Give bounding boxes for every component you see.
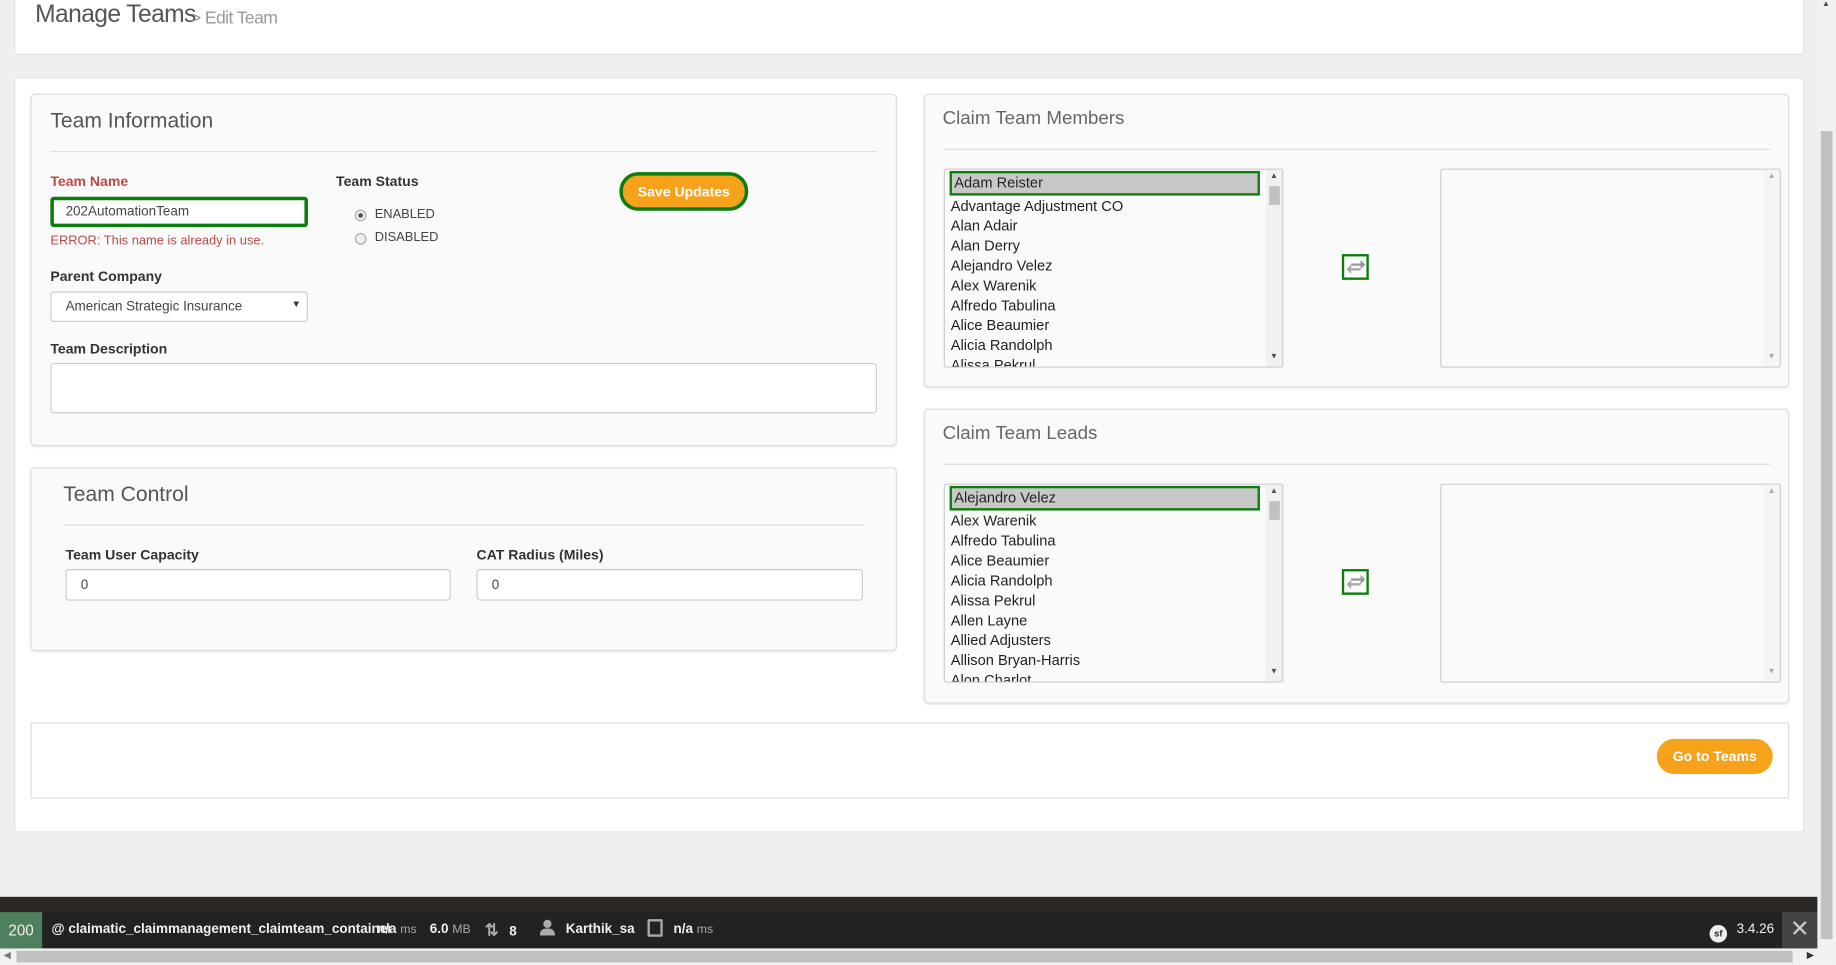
available-members-listbox[interactable]: Adam Reister Advantage Adjustment CO Alan …	[943, 168, 1284, 368]
memory-value: 6.0	[429, 922, 449, 937]
list-item[interactable]: Advantage Adjustment CO	[945, 197, 1282, 217]
team-name-error: ERROR: This name is already in use.	[50, 234, 265, 249]
selected-leads-listbox[interactable]: ▲ ▼	[1440, 483, 1781, 683]
divider	[942, 463, 1771, 465]
version-value: 3.4.26	[1736, 922, 1775, 937]
list-item[interactable]: Allison Bryan-Harris	[945, 651, 1282, 671]
scroll-up-icon[interactable]: ▲	[1822, 0, 1830, 8]
save-updates-button[interactable]: Save Updates	[619, 172, 749, 211]
chevron-down-icon: ▼	[291, 298, 301, 310]
scrollbar[interactable]: ▲ ▼	[1265, 484, 1283, 682]
scroll-right-icon[interactable]: ▶	[1807, 950, 1814, 961]
requests-count[interactable]: ⇅ 8	[485, 912, 517, 948]
symfony-version[interactable]: sf 3.4.26	[1709, 912, 1775, 948]
team-status-label: Team Status	[336, 173, 419, 190]
panel-title: Team Information	[50, 108, 214, 133]
transfer-members-button[interactable]	[1341, 254, 1369, 280]
team-user-capacity-label: Team User Capacity	[65, 546, 199, 564]
scroll-left-icon[interactable]: ◀	[4, 950, 11, 961]
panel-title: Claim Team Members	[942, 108, 1125, 129]
request-time[interactable]: n/a ms	[377, 912, 417, 948]
list-item[interactable]: Allied Adjusters	[945, 631, 1282, 651]
status-enabled-label: ENABLED	[374, 207, 435, 222]
team-control-panel: Team Control Team User Capacity 0 CAT Ra…	[30, 467, 897, 652]
close-toolbar-button[interactable]: ✕	[1782, 912, 1818, 949]
divider	[942, 148, 1771, 150]
selected-members-listbox[interactable]: ▲ ▼	[1440, 168, 1781, 368]
swap-arrows-icon	[1345, 259, 1365, 274]
divider	[63, 524, 866, 526]
team-information-panel: Team Information Team Name 202Automation…	[30, 93, 897, 447]
team-description-label: Team Description	[50, 340, 168, 358]
list-item[interactable]: Alfredo Tabulina	[945, 296, 1282, 316]
time-value: n/a	[377, 922, 397, 937]
team-description-textarea[interactable]	[50, 362, 878, 414]
list-item[interactable]: Alfredo Tabulina	[945, 532, 1282, 552]
list-item[interactable]: Alice Beaumier	[945, 551, 1282, 571]
list-item[interactable]: Alejandro Velez	[945, 256, 1282, 276]
status-disabled-label: DISABLED	[374, 230, 439, 245]
transfer-leads-button[interactable]	[1341, 569, 1369, 595]
db-time[interactable]: n/a ms	[647, 912, 714, 948]
cat-radius-label: CAT Radius (Miles)	[476, 546, 604, 564]
horizontal-scrollbar[interactable]: ◀ ▶	[0, 948, 1836, 965]
list-item[interactable]: Alex Warenik	[945, 276, 1282, 296]
memory-usage[interactable]: 6.0 MB	[430, 912, 471, 948]
list-item[interactable]: Alice Beaumier	[945, 316, 1282, 336]
scrollbar[interactable]: ▲ ▼	[1763, 169, 1780, 367]
db-time-value: n/a	[673, 922, 693, 937]
parent-company-value: American Strategic Insurance	[65, 299, 243, 314]
list-item[interactable]: Alicia Randolph	[945, 571, 1282, 591]
list-item[interactable]: Alissa Pekrul	[945, 591, 1282, 611]
page-header: Manage Teams > Edit Team	[14, 0, 1805, 56]
list-item[interactable]: Alan Adair	[945, 217, 1282, 237]
status-enabled-radio[interactable]	[354, 209, 367, 222]
list-item[interactable]: Alan Derry	[945, 237, 1282, 257]
symfony-logo-icon: sf	[1709, 925, 1728, 943]
database-icon	[647, 919, 663, 937]
available-leads-listbox[interactable]: Alejandro Velez Alex Warenik Alfredo Tabul…	[943, 483, 1284, 683]
list-item[interactable]: Allen Layne	[945, 611, 1282, 631]
scroll-thumb[interactable]	[1820, 131, 1833, 940]
user-icon	[539, 919, 556, 936]
parent-company-label: Parent Company	[50, 268, 163, 285]
page-title: Manage Teams	[35, 1, 196, 29]
route-name[interactable]: @ claimatic_claimmanagement_claimteam_co…	[52, 912, 393, 948]
swap-arrows-icon	[1345, 574, 1365, 589]
parent-company-select[interactable]: American Strategic Insurance ▼	[50, 291, 308, 322]
go-to-teams-button[interactable]: Go to Teams	[1656, 738, 1773, 774]
list-item[interactable]: Alex Warenik	[945, 512, 1282, 532]
divider	[50, 151, 878, 153]
time-unit: ms	[400, 922, 417, 937]
page-scrollbar[interactable]: ▲	[1817, 0, 1836, 949]
list-item[interactable]: Alicia Randolph	[945, 336, 1282, 356]
team-name-label: Team Name	[50, 173, 129, 190]
requests-value: 8	[509, 925, 517, 940]
list-item[interactable]: Alissa Pekrul	[945, 356, 1282, 366]
scroll-thumb[interactable]	[16, 950, 1793, 963]
db-time-unit: ms	[696, 922, 714, 937]
claim-team-leads-panel: Claim Team Leads Alejandro Velez Alex War…	[923, 408, 1790, 704]
status-code[interactable]: 200	[0, 912, 43, 949]
claim-team-members-panel: Claim Team Members Adam Reister Advantage…	[923, 93, 1790, 388]
cat-radius-input[interactable]: 0	[476, 569, 863, 601]
list-item[interactable]: Alon Charlot	[945, 671, 1282, 681]
scrollbar[interactable]: ▲ ▼	[1265, 169, 1283, 367]
footer-panel: Go to Teams	[30, 722, 1790, 799]
panel-title: Claim Team Leads	[942, 423, 1098, 444]
scrollbar[interactable]: ▲ ▼	[1763, 484, 1780, 682]
team-user-capacity-input[interactable]: 0	[65, 569, 451, 601]
list-item[interactable]: Adam Reister	[949, 170, 1260, 196]
status-disabled-radio[interactable]	[354, 233, 367, 245]
user-info[interactable]: Karthik_sa	[539, 912, 635, 948]
list-item[interactable]: Alejandro Velez	[949, 485, 1260, 511]
memory-unit: MB	[452, 922, 471, 937]
user-name: Karthik_sa	[565, 922, 635, 937]
team-name-input[interactable]: 202AutomationTeam	[50, 196, 308, 228]
request-arrows-icon: ⇅	[484, 920, 499, 940]
breadcrumb: > Edit Team	[190, 8, 278, 29]
panel-title: Team Control	[63, 482, 189, 506]
